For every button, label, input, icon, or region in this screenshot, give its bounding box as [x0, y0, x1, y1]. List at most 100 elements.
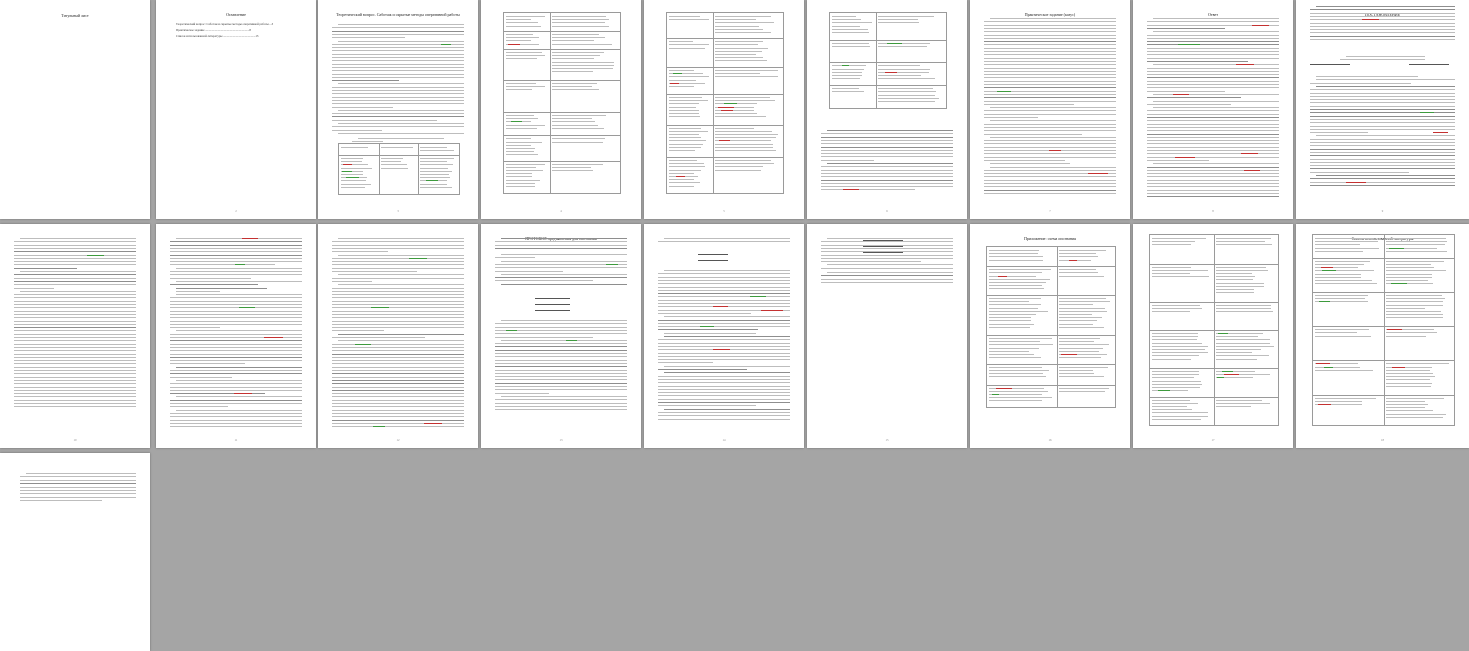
text-line: [332, 409, 464, 411]
cell-text-line: [1385, 280, 1429, 281]
highlight-mark: [354, 343, 372, 345]
document-page[interactable]: [0, 453, 150, 651]
cell-text-line: [715, 44, 758, 46]
text-line: [332, 73, 464, 75]
text-line: [1310, 29, 1455, 31]
text-line: [332, 363, 464, 365]
cell-text-line: [1152, 345, 1208, 347]
highlight-mark: [264, 337, 283, 338]
toc-entry[interactable]: Практическое задание ...................…: [176, 28, 300, 32]
document-page[interactable]: Список использованной литературы 18: [1296, 224, 1469, 448]
cell-text-line: [989, 344, 1053, 346]
cell-text-line: [715, 32, 772, 33]
highlight-mark: [841, 65, 850, 67]
document-page[interactable]: Оглавление 2 Теоретический вопрос: Саботаж…: [156, 0, 316, 219]
text-line: [170, 403, 302, 404]
highlight-mark: [241, 238, 258, 239]
toc-entry[interactable]: Список использованной литературы .......…: [176, 34, 300, 38]
text-line: [170, 323, 302, 325]
text-line: [170, 244, 302, 246]
text-line: [984, 34, 1116, 36]
highlight-mark: [370, 307, 390, 309]
cell-text-line: [1152, 418, 1202, 420]
cell-text-line: [989, 259, 1043, 261]
text-line: [332, 323, 464, 325]
document-page[interactable]: 5: [644, 0, 804, 219]
text-line: [170, 356, 302, 358]
text-line: [1147, 126, 1279, 128]
document-page[interactable]: 6: [807, 0, 967, 219]
text-line: [20, 290, 136, 292]
cell-text-line: [715, 134, 778, 135]
document-page[interactable]: ПРОТОКОЛ предъявления для опознания13: [481, 224, 641, 448]
cell-text-line: [878, 97, 939, 99]
document-page[interactable]: Титульный лист: [0, 0, 150, 219]
text-line: [984, 44, 1116, 46]
text-line: [495, 270, 564, 272]
text-line: [332, 320, 464, 322]
text-line: [1310, 22, 1455, 24]
cell-text-line: [341, 147, 369, 148]
cell-text-line: [1152, 387, 1200, 388]
cell-text-line: [989, 301, 1030, 303]
cell-text-line: [506, 127, 537, 129]
text-line: [338, 132, 464, 134]
document-page[interactable]: 11: [156, 224, 316, 448]
cell-text-line: [1152, 352, 1208, 354]
text-line: [170, 320, 302, 322]
text-line: [332, 106, 393, 108]
document-page[interactable]: 17: [1133, 224, 1293, 448]
text-line: [170, 261, 302, 263]
text-line: [658, 342, 790, 344]
page-heading: Теоретический вопрос. Саботаж и скрытые …: [336, 12, 460, 17]
cell-text-line: [1315, 264, 1365, 265]
cell-text-line: [341, 183, 371, 185]
document-page[interactable]: 15: [807, 224, 967, 448]
text-line: [1316, 6, 1455, 7]
document-page[interactable]: 14: [644, 224, 804, 448]
text-line: [984, 84, 1116, 85]
text-line: [14, 300, 136, 302]
cell-text-line: [715, 150, 777, 151]
cell-text-line: [1059, 373, 1095, 375]
text-line: [14, 320, 136, 322]
document-page[interactable]: 12: [318, 224, 478, 448]
document-page[interactable]: 10: [0, 224, 150, 448]
text-line: [658, 402, 790, 403]
cell-text-line: [506, 118, 539, 120]
document-page[interactable]: Практическое задание (казус) 7: [970, 0, 1130, 219]
cell-text-line: [1059, 304, 1093, 306]
text-line: [984, 97, 1116, 99]
document-page[interactable]: Ответ 8: [1133, 0, 1293, 219]
text-line: [821, 254, 953, 256]
cell-text-line: [989, 357, 1042, 359]
text-line: [495, 346, 627, 348]
cell-text-line: [715, 47, 769, 49]
text-line: [984, 21, 1116, 23]
text-line: [984, 41, 1116, 43]
text-line: [495, 409, 627, 411]
document-page[interactable]: ПОСТАНОВЛЕНИЕ 9: [1296, 0, 1469, 219]
text-line: [495, 326, 627, 328]
text-line: [332, 47, 464, 49]
text-line: [658, 273, 790, 275]
toc-entry[interactable]: Теоретический вопрос: Саботаж и скрытые …: [176, 22, 300, 26]
cell-text-line: [1152, 358, 1191, 360]
cell-text-line: [989, 278, 1050, 280]
cell-text-line: [420, 186, 452, 188]
cell-text-line: [1216, 304, 1272, 306]
text-line: [338, 254, 464, 256]
document-page[interactable]: Теоретический вопрос. Саботаж и скрытые …: [318, 0, 478, 219]
text-line: [658, 319, 790, 321]
text-line: [332, 247, 464, 249]
cell-text-line: [1385, 404, 1429, 405]
cell-text-line: [506, 22, 538, 24]
document-page[interactable]: Приложение: схема опознания 16: [970, 224, 1130, 448]
document-page[interactable]: 4: [481, 0, 641, 219]
text-line: [495, 353, 627, 354]
text-line: [821, 156, 953, 158]
cell-text-line: [1385, 304, 1443, 306]
cell-text-line: [1385, 314, 1444, 316]
highlight-mark: [1061, 354, 1077, 355]
cell-text-line: [1385, 295, 1443, 296]
